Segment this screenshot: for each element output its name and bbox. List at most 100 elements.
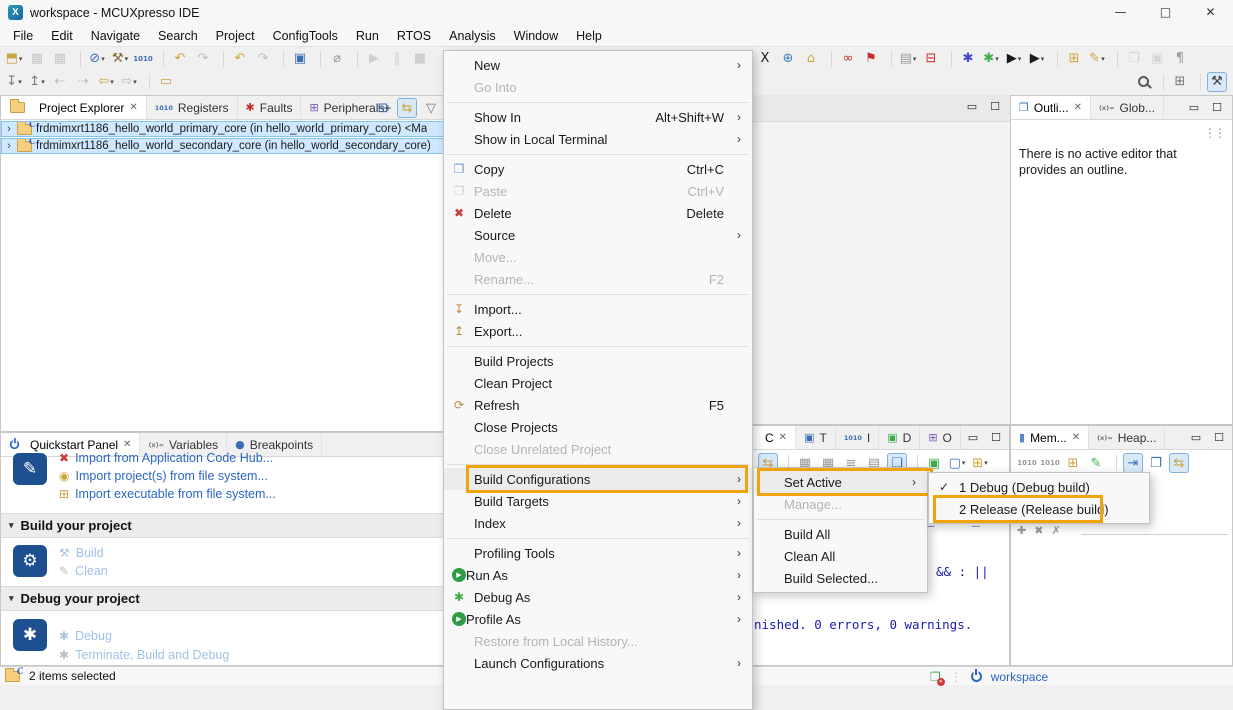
menu-index[interactable]: Index › <box>444 512 752 534</box>
last-edit-icon[interactable]: ▭▾ <box>156 72 176 92</box>
tab-faults[interactable]: ✱ Faults ✕ <box>238 96 302 119</box>
menu-debug-as[interactable]: ✱ Debug As › <box>444 586 752 608</box>
debug-tile[interactable]: ✱ <box>13 619 47 651</box>
run-attach-icon[interactable]: ▶▾ <box>1027 49 1047 69</box>
link-import-projects[interactable]: ◉ Import project(s) from file system... <box>59 469 268 483</box>
forward-icon[interactable]: ⇨▾ <box>119 72 139 92</box>
tab-global-variables[interactable]: (x)= Glob... ✕ <box>1091 96 1164 119</box>
expander-icon[interactable]: › <box>2 123 16 135</box>
edit-watch-icon[interactable]: ✎▾ <box>1086 453 1106 473</box>
open-console-icon[interactable]: ⊞▾ <box>970 453 990 473</box>
new-wizard-icon[interactable]: ⬒▾ <box>4 49 24 69</box>
toolbar-separator[interactable]: ▾ <box>159 51 164 67</box>
export-ranges-icon[interactable]: 1010▾ <box>1017 453 1037 473</box>
display-selected-console-icon[interactable]: ▢▾ <box>947 453 967 473</box>
tab-debugger-console[interactable]: ▣ D ✕ <box>879 426 920 449</box>
minimize-icon[interactable]: ▭ <box>967 100 977 113</box>
menu-new[interactable]: New › <box>444 54 752 76</box>
checkout-icon[interactable]: ↥▾ <box>27 72 47 92</box>
close-icon[interactable]: ✕ <box>1072 432 1080 443</box>
toolbar-separator[interactable]: ▾ <box>1112 455 1117 471</box>
menu-clean-project[interactable]: Clean Project › <box>444 372 752 394</box>
link-tool-icon[interactable]: ∞▾ <box>838 49 858 69</box>
menu-launch-configurations[interactable]: Launch Configurations › <box>444 652 752 674</box>
toolbar-separator[interactable]: ▾ <box>947 51 952 67</box>
search-icon[interactable] <box>1133 72 1153 92</box>
close-icon[interactable]: ✕ <box>1074 102 1082 113</box>
menubar-item[interactable]: Edit <box>42 29 82 43</box>
close-button[interactable]: ✕ <box>1188 0 1233 25</box>
binary-counter-icon[interactable]: 1010▾ <box>133 49 153 69</box>
minimize-icon[interactable]: ▭ <box>968 431 978 444</box>
menu-config-release[interactable]: 2 Release (Release build) <box>929 498 1149 520</box>
minimize-button[interactable]: — <box>1098 0 1143 25</box>
filter-icon[interactable]: ▽ <box>421 98 441 118</box>
menubar-item[interactable]: Help <box>567 29 611 43</box>
undo-icon[interactable]: ↶▾ <box>170 49 190 69</box>
menubar-item[interactable]: Project <box>207 29 264 43</box>
toolbar-separator[interactable]: ▾ <box>76 51 81 67</box>
workspace-link[interactable]: workspace <box>991 670 1048 684</box>
tab-outline[interactable]: ❐ Outli... ✕ <box>1011 96 1091 119</box>
project-tree-row[interactable]: › C frdmimxrt1186_hello_world_secondary_… <box>1 138 445 154</box>
menu-set-active[interactable]: Set Active › <box>754 471 927 493</box>
run-icon[interactable]: ▶▾ <box>1004 49 1024 69</box>
menubar-item[interactable]: Run <box>347 29 388 43</box>
pilcrow-icon[interactable]: ¶▾ <box>1170 49 1190 69</box>
minimize-icon[interactable]: ▭ <box>1189 101 1199 114</box>
menu-show-in[interactable]: Show In Alt+Shift+W › <box>444 106 752 128</box>
pause-icon[interactable]: ‖▾ <box>387 49 407 69</box>
menu-profiling-tools[interactable]: Profiling Tools › <box>444 542 752 564</box>
tab-image-info[interactable]: 1010 I ✕ <box>836 426 879 449</box>
view-menu-icon[interactable]: ⋮⋮ <box>1204 126 1224 140</box>
build-hammer-icon[interactable]: ⚒▾ <box>110 49 130 69</box>
open-type-icon[interactable]: ⊞▾ <box>1064 49 1084 69</box>
menu-rename[interactable]: Rename... F2 › <box>444 268 752 290</box>
save-icon[interactable]: ▦▾ <box>27 49 47 69</box>
import-ranges-icon[interactable]: 1010▾ <box>1040 453 1060 473</box>
build-section-header[interactable]: ▾ Build your project <box>1 513 445 538</box>
add-memory-monitor-icon[interactable]: ⇥▾ <box>1123 453 1143 473</box>
menu-close-projects[interactable]: Close Projects › <box>444 416 752 438</box>
link-with-editor-icon[interactable]: ⇆ <box>397 98 417 118</box>
toolbar-separator[interactable]: ▾ <box>145 74 150 90</box>
menu-refresh[interactable]: ⟳ Refresh F5 › <box>444 394 752 416</box>
close-icon[interactable]: ✕ <box>123 439 131 450</box>
menu-build-selected[interactable]: Build Selected... › <box>754 567 927 589</box>
remove-target-icon[interactable]: ⊟▾ <box>921 49 941 69</box>
link-memory-icon[interactable]: ⇆▾ <box>1169 453 1189 473</box>
menubar-item[interactable]: Analysis <box>440 29 505 43</box>
menubar-item[interactable]: RTOS <box>388 29 440 43</box>
back-icon[interactable]: ⇦▾ <box>96 72 116 92</box>
error-log-icon[interactable]: ❐ <box>930 670 941 684</box>
mark-occurrences-icon[interactable]: ✎▾ <box>1087 49 1107 69</box>
menu-paste[interactable]: ❐ Paste Ctrl+V › <box>444 180 752 202</box>
create-project-tile[interactable]: ✎ <box>13 453 47 485</box>
menubar-item[interactable]: ConfigTools <box>264 29 347 43</box>
menu-profile-as[interactable]: ▶ Profile As › <box>444 608 752 630</box>
link-import-ach[interactable]: ✖ Import from Application Code Hub... <box>59 451 273 465</box>
tab-registers[interactable]: 1010 Registers ✕ <box>147 96 238 119</box>
maximize-button[interactable]: □ <box>1143 0 1188 25</box>
toolbar-separator[interactable]: ▾ <box>887 51 892 67</box>
menu-restore-history[interactable]: Restore from Local History... › <box>444 630 752 652</box>
tab-console[interactable]: C ✕ <box>752 426 796 449</box>
menu-build-all[interactable]: Build All › <box>754 523 927 545</box>
link-debug[interactable]: ✱ Debug <box>59 629 112 643</box>
toolbar-separator[interactable]: ▾ <box>1053 51 1058 67</box>
debug-green-bug-icon[interactable]: ✱▾ <box>981 49 1001 69</box>
toolbar-separator[interactable]: ▾ <box>827 51 832 67</box>
close-icon[interactable]: ✕ <box>129 102 137 113</box>
profile-view-icon[interactable]: ▣▾ <box>1147 49 1167 69</box>
stop-icon[interactable]: ■▾ <box>410 49 430 69</box>
maximize-icon[interactable]: ☐ <box>1212 101 1222 114</box>
link-build[interactable]: ⚒ Build <box>59 546 104 560</box>
menubar-item[interactable]: Navigate <box>82 29 149 43</box>
skip-breakpoints-icon[interactable]: ⊘▾ <box>87 49 107 69</box>
undo-alt-icon[interactable]: ↶▾ <box>230 49 250 69</box>
maximize-icon[interactable]: ☐ <box>1214 431 1224 444</box>
new-memory-view-icon[interactable]: ⊞▾ <box>1063 453 1083 473</box>
link-terminate-build-debug[interactable]: ✱ Terminate, Build and Debug <box>59 648 229 662</box>
menu-clean-all[interactable]: Clean All › <box>754 545 927 567</box>
split-panes-icon[interactable]: ❐▾ <box>1146 453 1166 473</box>
